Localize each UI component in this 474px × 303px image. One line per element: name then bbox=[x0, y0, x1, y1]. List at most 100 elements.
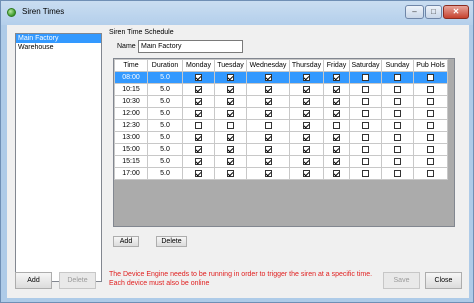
delete-time-button[interactable]: Delete bbox=[156, 236, 187, 247]
duration-cell[interactable]: 5.0 bbox=[147, 107, 183, 120]
time-cell[interactable]: 12:30 bbox=[114, 119, 148, 132]
day-checkbox[interactable] bbox=[195, 85, 202, 93]
day-checkbox[interactable] bbox=[195, 121, 202, 129]
day-checkbox[interactable] bbox=[362, 157, 369, 165]
day-checkbox[interactable] bbox=[195, 73, 202, 81]
day-checkbox[interactable] bbox=[303, 169, 310, 177]
day-checkbox[interactable] bbox=[195, 109, 202, 117]
time-cell[interactable]: 08:00 bbox=[114, 71, 148, 84]
day-checkbox[interactable] bbox=[195, 97, 202, 105]
day-checkbox[interactable] bbox=[264, 97, 272, 105]
day-checkbox[interactable] bbox=[264, 145, 272, 153]
day-checkbox[interactable] bbox=[264, 169, 272, 177]
day-checkbox[interactable] bbox=[264, 73, 272, 81]
day-checkbox[interactable] bbox=[362, 97, 369, 105]
day-checkbox[interactable] bbox=[394, 73, 401, 81]
day-checkbox[interactable] bbox=[264, 133, 272, 141]
day-checkbox[interactable] bbox=[362, 85, 369, 93]
site-list-item[interactable]: Main Factory bbox=[16, 34, 101, 43]
day-checkbox[interactable] bbox=[394, 85, 401, 93]
site-list-item[interactable]: Warehouse bbox=[16, 43, 101, 52]
column-header[interactable]: Wednesday bbox=[246, 59, 290, 72]
day-checkbox[interactable] bbox=[427, 169, 434, 177]
day-checkbox[interactable] bbox=[264, 121, 272, 129]
minimize-button[interactable]: – bbox=[405, 5, 424, 19]
day-checkbox[interactable] bbox=[333, 121, 340, 129]
add-site-button[interactable]: Add bbox=[15, 272, 52, 289]
day-checkbox[interactable] bbox=[333, 73, 340, 81]
day-checkbox[interactable] bbox=[264, 85, 272, 93]
day-checkbox[interactable] bbox=[303, 157, 310, 165]
column-header[interactable]: Duration bbox=[147, 59, 183, 72]
schedule-row[interactable]: 12:30 5.0 bbox=[114, 119, 448, 132]
close-button[interactable]: Close bbox=[425, 272, 462, 289]
day-checkbox[interactable] bbox=[303, 85, 310, 93]
column-header[interactable]: Friday bbox=[323, 59, 350, 72]
day-checkbox[interactable] bbox=[362, 145, 369, 153]
day-checkbox[interactable] bbox=[427, 97, 434, 105]
time-cell[interactable]: 15:00 bbox=[114, 143, 148, 156]
add-time-button[interactable]: Add bbox=[113, 236, 139, 247]
day-checkbox[interactable] bbox=[427, 157, 434, 165]
day-checkbox[interactable] bbox=[427, 133, 434, 141]
day-checkbox[interactable] bbox=[394, 145, 401, 153]
column-header[interactable]: Tuesday bbox=[214, 59, 247, 72]
day-checkbox[interactable] bbox=[227, 133, 234, 141]
day-checkbox[interactable] bbox=[227, 157, 234, 165]
day-checkbox[interactable] bbox=[264, 109, 272, 117]
schedule-row[interactable]: 12:00 5.0 bbox=[114, 107, 448, 120]
day-checkbox[interactable] bbox=[303, 73, 310, 81]
column-header[interactable]: Pub Hols bbox=[413, 59, 448, 72]
duration-cell[interactable]: 5.0 bbox=[147, 95, 183, 108]
save-button[interactable]: Save bbox=[383, 272, 420, 289]
column-header[interactable]: Thursday bbox=[289, 59, 324, 72]
delete-site-button[interactable]: Delete bbox=[59, 272, 96, 289]
day-checkbox[interactable] bbox=[303, 145, 310, 153]
day-checkbox[interactable] bbox=[227, 109, 234, 117]
day-checkbox[interactable] bbox=[333, 133, 340, 141]
time-cell[interactable]: 13:00 bbox=[114, 131, 148, 144]
day-checkbox[interactable] bbox=[303, 121, 310, 129]
duration-cell[interactable]: 5.0 bbox=[147, 119, 183, 132]
day-checkbox[interactable] bbox=[195, 133, 202, 141]
schedule-row[interactable]: 10:15 5.0 bbox=[114, 83, 448, 96]
duration-cell[interactable]: 5.0 bbox=[147, 131, 183, 144]
day-checkbox[interactable] bbox=[333, 109, 340, 117]
site-list[interactable]: Main Factory Warehouse bbox=[15, 33, 102, 282]
duration-cell[interactable]: 5.0 bbox=[147, 71, 183, 84]
day-checkbox[interactable] bbox=[264, 157, 272, 165]
column-header[interactable]: Sunday bbox=[381, 59, 414, 72]
name-input[interactable] bbox=[138, 40, 243, 53]
day-checkbox[interactable] bbox=[427, 145, 434, 153]
column-header[interactable]: Time bbox=[114, 59, 148, 72]
day-checkbox[interactable] bbox=[362, 109, 369, 117]
schedule-row[interactable]: 15:15 5.0 bbox=[114, 155, 448, 168]
day-checkbox[interactable] bbox=[394, 157, 401, 165]
schedule-grid[interactable]: Time Duration Monday Tuesday Wednesday Thursd… bbox=[113, 58, 455, 227]
day-checkbox[interactable] bbox=[227, 85, 234, 93]
day-checkbox[interactable] bbox=[333, 97, 340, 105]
day-checkbox[interactable] bbox=[394, 121, 401, 129]
day-checkbox[interactable] bbox=[195, 145, 202, 153]
duration-cell[interactable]: 5.0 bbox=[147, 143, 183, 156]
column-header[interactable]: Saturday bbox=[349, 59, 382, 72]
time-cell[interactable]: 17:00 bbox=[114, 167, 148, 180]
duration-cell[interactable]: 5.0 bbox=[147, 167, 183, 180]
day-checkbox[interactable] bbox=[333, 85, 340, 93]
duration-cell[interactable]: 5.0 bbox=[147, 155, 183, 168]
schedule-row[interactable]: 15:00 5.0 bbox=[114, 143, 448, 156]
day-checkbox[interactable] bbox=[303, 97, 310, 105]
time-cell[interactable]: 12:00 bbox=[114, 107, 148, 120]
day-checkbox[interactable] bbox=[333, 157, 340, 165]
time-cell[interactable]: 15:15 bbox=[114, 155, 148, 168]
day-checkbox[interactable] bbox=[362, 73, 369, 81]
day-checkbox[interactable] bbox=[303, 109, 310, 117]
column-header[interactable]: Monday bbox=[182, 59, 215, 72]
day-checkbox[interactable] bbox=[362, 133, 369, 141]
schedule-row[interactable]: 13:00 5.0 bbox=[114, 131, 448, 144]
day-checkbox[interactable] bbox=[362, 169, 369, 177]
day-checkbox[interactable] bbox=[333, 169, 340, 177]
day-checkbox[interactable] bbox=[227, 121, 234, 129]
day-checkbox[interactable] bbox=[303, 133, 310, 141]
day-checkbox[interactable] bbox=[362, 121, 369, 129]
